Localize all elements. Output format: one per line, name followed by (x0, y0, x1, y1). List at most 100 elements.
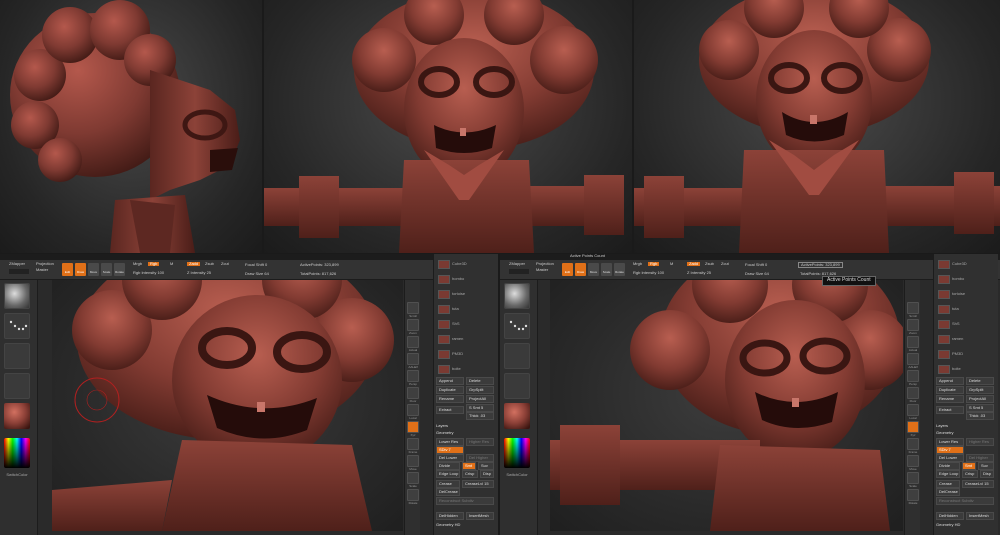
zoom-button[interactable] (407, 319, 419, 331)
edge-loop-button[interactable]: Edge Loop (436, 470, 460, 478)
crease-level-slider[interactable]: CreaseLvl 15 (962, 480, 994, 488)
geometry-hd-header[interactable]: Geometry HD (936, 522, 960, 527)
frame-button[interactable] (407, 438, 419, 450)
tool-thumb-boite[interactable] (438, 365, 450, 374)
floor-button[interactable] (407, 387, 419, 399)
thick-slider[interactable]: Thick .03 (966, 412, 994, 420)
rotate-button[interactable] (407, 489, 419, 501)
floor-button[interactable] (907, 387, 919, 399)
color-picker[interactable] (504, 438, 530, 468)
mrgb-toggle[interactable]: Mrgb (633, 261, 642, 266)
duplicate-button[interactable]: Duplicate (436, 386, 464, 394)
rotate-mode-button[interactable]: Rotate (114, 263, 125, 276)
extract-button[interactable]: Extract (436, 406, 464, 414)
geometry-header[interactable]: Geometry (936, 430, 954, 435)
draw-size-slider[interactable]: Draw Size 64 (745, 271, 769, 276)
del-higher-button[interactable]: Del Higher (966, 454, 994, 462)
tool-thumb-pm3d[interactable] (438, 350, 450, 359)
z-intensity-slider[interactable]: Z Intensity 25 (687, 270, 711, 275)
tool-thumb-shs[interactable] (938, 320, 950, 329)
rename-button[interactable]: Rename (936, 395, 964, 403)
move-button[interactable] (907, 455, 919, 467)
suv-toggle[interactable]: Suv (978, 462, 994, 470)
divide-button[interactable]: Divide (436, 462, 460, 470)
thick-slider[interactable]: Thick .03 (466, 412, 494, 420)
tool-thumb-pm3d[interactable] (938, 350, 950, 359)
layers-header[interactable]: Layers (936, 423, 948, 428)
lower-res-button[interactable]: Lower Res (936, 438, 964, 446)
actual-button[interactable] (907, 336, 919, 348)
extract-button[interactable]: Extract (936, 406, 964, 414)
zadd-toggle[interactable]: Zadd (687, 261, 701, 267)
tool-thumb-ramen[interactable] (938, 335, 950, 344)
scroll-button[interactable] (407, 302, 419, 314)
zoom-button[interactable] (907, 319, 919, 331)
persp-button[interactable] (907, 370, 919, 382)
zmapper-button[interactable]: ZMapper (509, 261, 525, 266)
rename-button[interactable]: Rename (436, 395, 464, 403)
divide-button[interactable]: Divide (936, 462, 960, 470)
color-picker[interactable] (4, 438, 30, 468)
draw-size-slider[interactable]: Draw Size 64 (245, 271, 269, 276)
scale-button[interactable] (907, 472, 919, 484)
tool-thumb-tuta[interactable] (938, 305, 950, 314)
zadd-toggle[interactable]: Zadd (187, 261, 201, 267)
local-button[interactable] (907, 404, 919, 416)
brush-thumbnail[interactable] (504, 283, 530, 309)
geometry-hd-header[interactable]: Geometry HD (436, 522, 460, 527)
actual-button[interactable] (407, 336, 419, 348)
scale-mode-button[interactable]: Scale (101, 263, 112, 276)
draw-mode-button[interactable]: Draw (75, 263, 86, 276)
z-intensity-slider[interactable]: Z Intensity 25 (187, 270, 211, 275)
disp-button[interactable]: Disp (480, 470, 494, 478)
reconstruct-subdiv-button[interactable]: Reconstruct Subdiv (936, 497, 994, 505)
geometry-header[interactable]: Geometry (436, 430, 454, 435)
focal-shift-slider[interactable]: Focal Shift 0 (745, 262, 767, 267)
texture-thumbnail[interactable] (504, 373, 530, 399)
zcut-toggle[interactable]: Zcut (221, 261, 229, 266)
append-button[interactable]: Append (436, 377, 464, 385)
projectall-button[interactable]: ProjectAll (466, 395, 494, 403)
canvas-viewport[interactable] (52, 280, 403, 531)
rgb-toggle[interactable]: Rgb (648, 261, 660, 267)
projectall-button[interactable]: ProjectAll (966, 395, 994, 403)
move-mode-button[interactable]: Move (588, 263, 599, 276)
move-button[interactable] (407, 455, 419, 467)
edge-loop-button[interactable]: Edge Loop (936, 470, 960, 478)
crease-button[interactable]: Crease (436, 480, 460, 488)
alpha-thumbnail[interactable] (504, 343, 530, 369)
material-thumbnail[interactable] (504, 403, 530, 429)
scroll-button[interactable] (907, 302, 919, 314)
rgb-intensity-slider[interactable]: Rgb Intensity 100 (633, 270, 664, 275)
grpsplit-button[interactable]: GrpSplit (466, 386, 494, 394)
s-smt-slider[interactable]: S Smt 5 (466, 404, 494, 412)
tool-thumb-hombo[interactable] (938, 275, 950, 284)
aahalf-button[interactable] (407, 353, 419, 365)
projection-master-button[interactable]: Projection (536, 261, 554, 266)
tool-thumb-cube3d[interactable] (438, 260, 450, 269)
higher-res-button[interactable]: Higher Res (466, 438, 494, 446)
switch-color-button[interactable]: SwitchColor (502, 472, 532, 477)
del-hidden-button[interactable]: DelHidden (436, 512, 464, 520)
crease-level-slider[interactable]: CreaseLvl 15 (462, 480, 494, 488)
scale-mode-button[interactable]: Scale (601, 263, 612, 276)
persp-button[interactable] (407, 370, 419, 382)
del-lower-button[interactable]: Del Lower (436, 454, 464, 462)
rgb-toggle[interactable]: Rgb (148, 261, 160, 267)
material-thumbnail[interactable] (4, 403, 30, 429)
m-toggle[interactable]: M (670, 261, 673, 266)
alpha-thumbnail[interactable] (4, 343, 30, 369)
frame-button[interactable] (907, 438, 919, 450)
s-smt-slider[interactable]: S Smt 5 (966, 404, 994, 412)
smt-toggle[interactable]: Smt (962, 462, 976, 470)
brush-thumbnail[interactable] (4, 283, 30, 309)
projection-master-button[interactable]: Projection (36, 261, 54, 266)
grpsplit-button[interactable]: GrpSplit (966, 386, 994, 394)
delete-button[interactable]: Delete (966, 377, 994, 385)
aahalf-button[interactable] (907, 353, 919, 365)
sdiv-slider[interactable]: SDiv 7 (436, 446, 464, 454)
disp-button[interactable]: Disp (980, 470, 994, 478)
crisp-button[interactable]: Crisp (962, 470, 978, 478)
move-mode-button[interactable]: Move (88, 263, 99, 276)
texture-thumbnail[interactable] (4, 373, 30, 399)
